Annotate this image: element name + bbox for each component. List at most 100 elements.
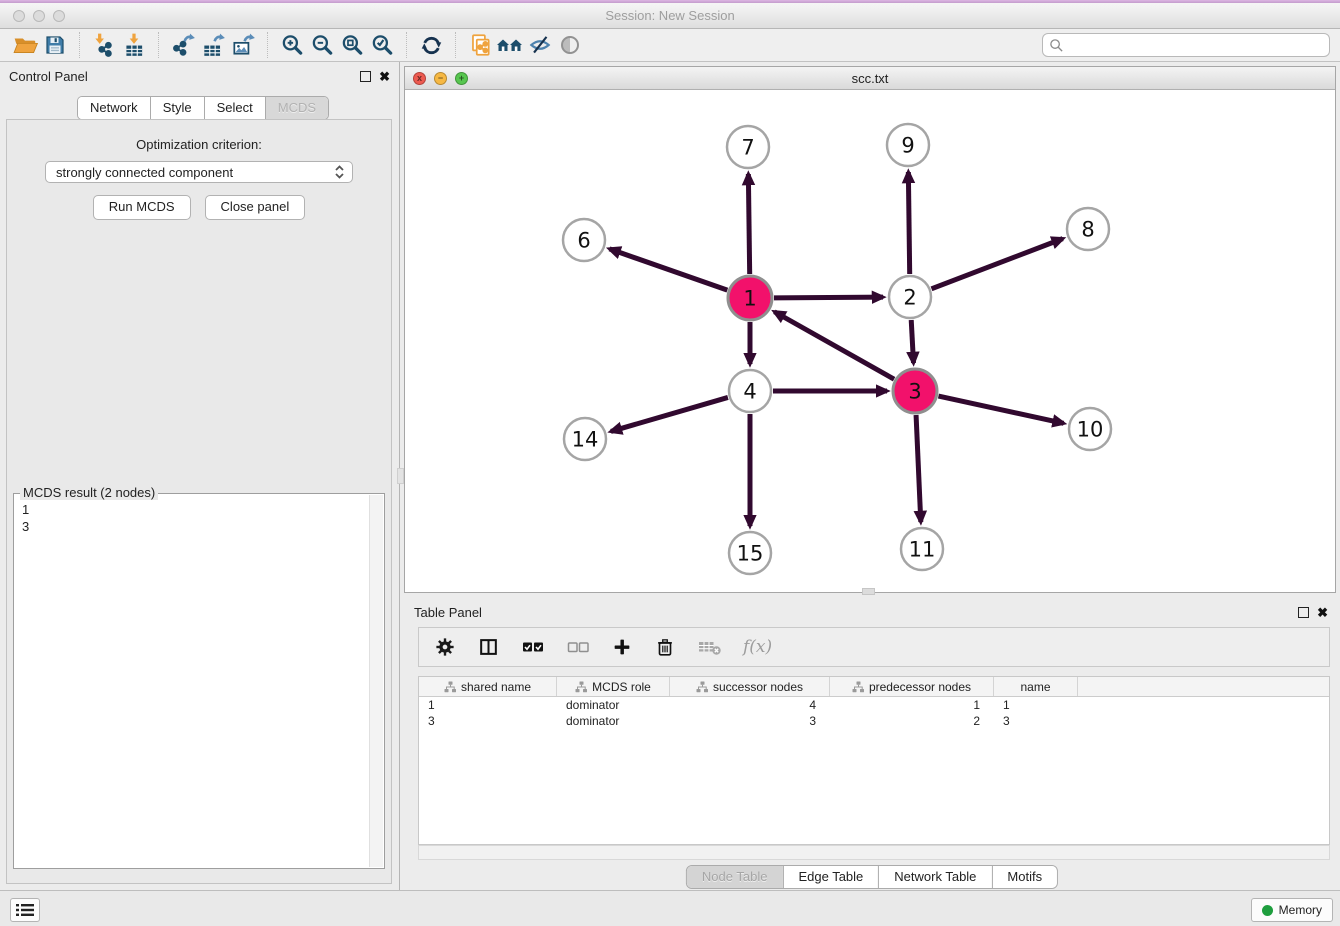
mcds-panel: Optimization criterion: strongly connect… <box>6 119 392 884</box>
split-panel-icon[interactable] <box>477 636 500 658</box>
export-network-icon[interactable] <box>168 31 198 59</box>
edge-3-11[interactable] <box>916 415 921 522</box>
graph-node-7[interactable]: 7 <box>727 126 769 168</box>
search-icon <box>1049 38 1064 53</box>
node-label: 7 <box>741 136 754 160</box>
birds-eye-icon[interactable] <box>555 31 585 59</box>
edge-3-1[interactable] <box>774 312 894 379</box>
network-canvas[interactable]: 7 9 6 8 1 2 4 3 14 10 15 11 <box>405 89 1335 592</box>
network-graph[interactable]: 7 9 6 8 1 2 4 3 14 10 15 11 <box>405 89 1335 592</box>
table-hscrollbar[interactable] <box>418 845 1330 860</box>
cell-name[interactable]: 3 <box>994 714 1078 728</box>
tab-edge-table[interactable]: Edge Table <box>782 866 878 888</box>
graph-node-4[interactable]: 4 <box>729 370 771 412</box>
main-titlebar[interactable]: Session: New Session <box>0 3 1340 29</box>
apply-layout-icon[interactable] <box>416 31 446 59</box>
graph-node-14[interactable]: 14 <box>564 418 606 460</box>
edge-2-3[interactable] <box>911 320 913 363</box>
edge-4-14[interactable] <box>611 397 728 431</box>
network-window-titlebar[interactable]: scc.txt x−+ <box>405 67 1335 90</box>
close-panel-button[interactable]: Close panel <box>205 195 306 220</box>
show-panels-button[interactable] <box>10 898 40 922</box>
column-header-MCDS-role[interactable]: MCDS role <box>557 677 670 696</box>
function-builder-icon[interactable]: f(x) <box>743 637 772 657</box>
export-table-icon[interactable] <box>198 31 228 59</box>
delete-table-icon[interactable] <box>697 637 722 657</box>
first-neighbors-icon[interactable] <box>495 31 525 59</box>
column-header-name[interactable]: name <box>994 677 1078 696</box>
graph-node-1[interactable]: 1 <box>728 276 772 320</box>
tab-node-table[interactable]: Node Table <box>687 866 783 888</box>
optimization-criterion-select[interactable]: strongly connected component <box>45 161 353 183</box>
edge-1-7[interactable] <box>748 174 749 274</box>
float-panel-icon[interactable] <box>360 71 371 82</box>
vertical-splitter-grip[interactable] <box>397 468 404 484</box>
table-panel-tabs: Node TableEdge TableNetwork TableMotifs <box>686 865 1058 889</box>
table-settings-icon[interactable] <box>434 636 456 658</box>
graph-node-9[interactable]: 9 <box>887 124 929 166</box>
horizontal-splitter-grip[interactable] <box>862 588 875 595</box>
node-table[interactable]: shared nameMCDS rolesuccessor nodesprede… <box>418 676 1330 845</box>
mcds-result-list[interactable]: 13 <box>14 494 384 542</box>
table-row[interactable]: 3dominator323 <box>419 713 1329 729</box>
tab-motifs[interactable]: Motifs <box>991 866 1057 888</box>
open-session-icon[interactable] <box>10 31 40 59</box>
zoom-in-icon[interactable] <box>277 31 307 59</box>
delete-row-icon[interactable] <box>654 636 676 658</box>
graph-node-10[interactable]: 10 <box>1069 408 1111 450</box>
cell-successor-nodes[interactable]: 4 <box>670 698 830 712</box>
zoom-fit-icon[interactable] <box>337 31 367 59</box>
graph-node-8[interactable]: 8 <box>1067 208 1109 250</box>
cell-MCDS-role[interactable]: dominator <box>557 714 670 728</box>
deselect-all-rows-icon[interactable] <box>566 638 590 656</box>
float-table-panel-icon[interactable] <box>1298 607 1309 618</box>
cell-predecessor-nodes[interactable]: 1 <box>830 698 994 712</box>
save-session-icon[interactable] <box>40 31 70 59</box>
cell-successor-nodes[interactable]: 3 <box>670 714 830 728</box>
import-table-icon[interactable] <box>119 31 149 59</box>
graph-node-6[interactable]: 6 <box>563 219 605 261</box>
cell-shared-name[interactable]: 1 <box>419 698 557 712</box>
hide-details-icon[interactable] <box>525 31 555 59</box>
cell-predecessor-nodes[interactable]: 2 <box>830 714 994 728</box>
tab-mcds[interactable]: MCDS <box>265 97 328 119</box>
memory-button[interactable]: Memory <box>1251 898 1333 922</box>
zoom-out-icon[interactable] <box>307 31 337 59</box>
cell-MCDS-role[interactable]: dominator <box>557 698 670 712</box>
table-row[interactable]: 1dominator411 <box>419 697 1329 713</box>
status-bar: Memory <box>0 890 1340 926</box>
run-mcds-button[interactable]: Run MCDS <box>93 195 191 220</box>
export-image-icon[interactable] <box>228 31 258 59</box>
clone-network-icon[interactable] <box>465 31 495 59</box>
edge-1-6[interactable] <box>609 249 727 290</box>
add-row-icon[interactable] <box>611 636 633 658</box>
select-stepper-icon <box>331 162 348 182</box>
tab-style[interactable]: Style <box>150 97 204 119</box>
graph-node-11[interactable]: 11 <box>901 528 943 570</box>
mcds-result-item[interactable]: 1 <box>22 501 376 518</box>
select-all-rows-icon[interactable] <box>521 638 545 656</box>
column-header-predecessor-nodes[interactable]: predecessor nodes <box>830 677 994 696</box>
graph-node-15[interactable]: 15 <box>729 532 771 574</box>
cell-name[interactable]: 1 <box>994 698 1078 712</box>
graph-node-2[interactable]: 2 <box>889 276 931 318</box>
result-scrollbar[interactable] <box>369 495 383 867</box>
tab-network-table[interactable]: Network Table <box>878 866 991 888</box>
column-header-shared-name[interactable]: shared name <box>419 677 557 696</box>
search-box[interactable] <box>1042 33 1330 57</box>
close-panel-icon[interactable]: ✖ <box>379 70 390 83</box>
search-input[interactable] <box>1068 37 1323 53</box>
zoom-selected-icon[interactable] <box>367 31 397 59</box>
cell-shared-name[interactable]: 3 <box>419 714 557 728</box>
tab-select[interactable]: Select <box>204 97 265 119</box>
close-table-panel-icon[interactable]: ✖ <box>1317 606 1328 619</box>
tab-network[interactable]: Network <box>78 97 150 119</box>
edge-3-10[interactable] <box>938 396 1063 423</box>
edge-2-9[interactable] <box>908 172 909 274</box>
edge-1-2[interactable] <box>774 297 883 298</box>
column-header-successor-nodes[interactable]: successor nodes <box>670 677 830 696</box>
graph-node-3[interactable]: 3 <box>893 369 937 413</box>
mcds-result-item[interactable]: 3 <box>22 518 376 535</box>
edge-2-8[interactable] <box>931 239 1062 289</box>
import-network-icon[interactable] <box>89 31 119 59</box>
